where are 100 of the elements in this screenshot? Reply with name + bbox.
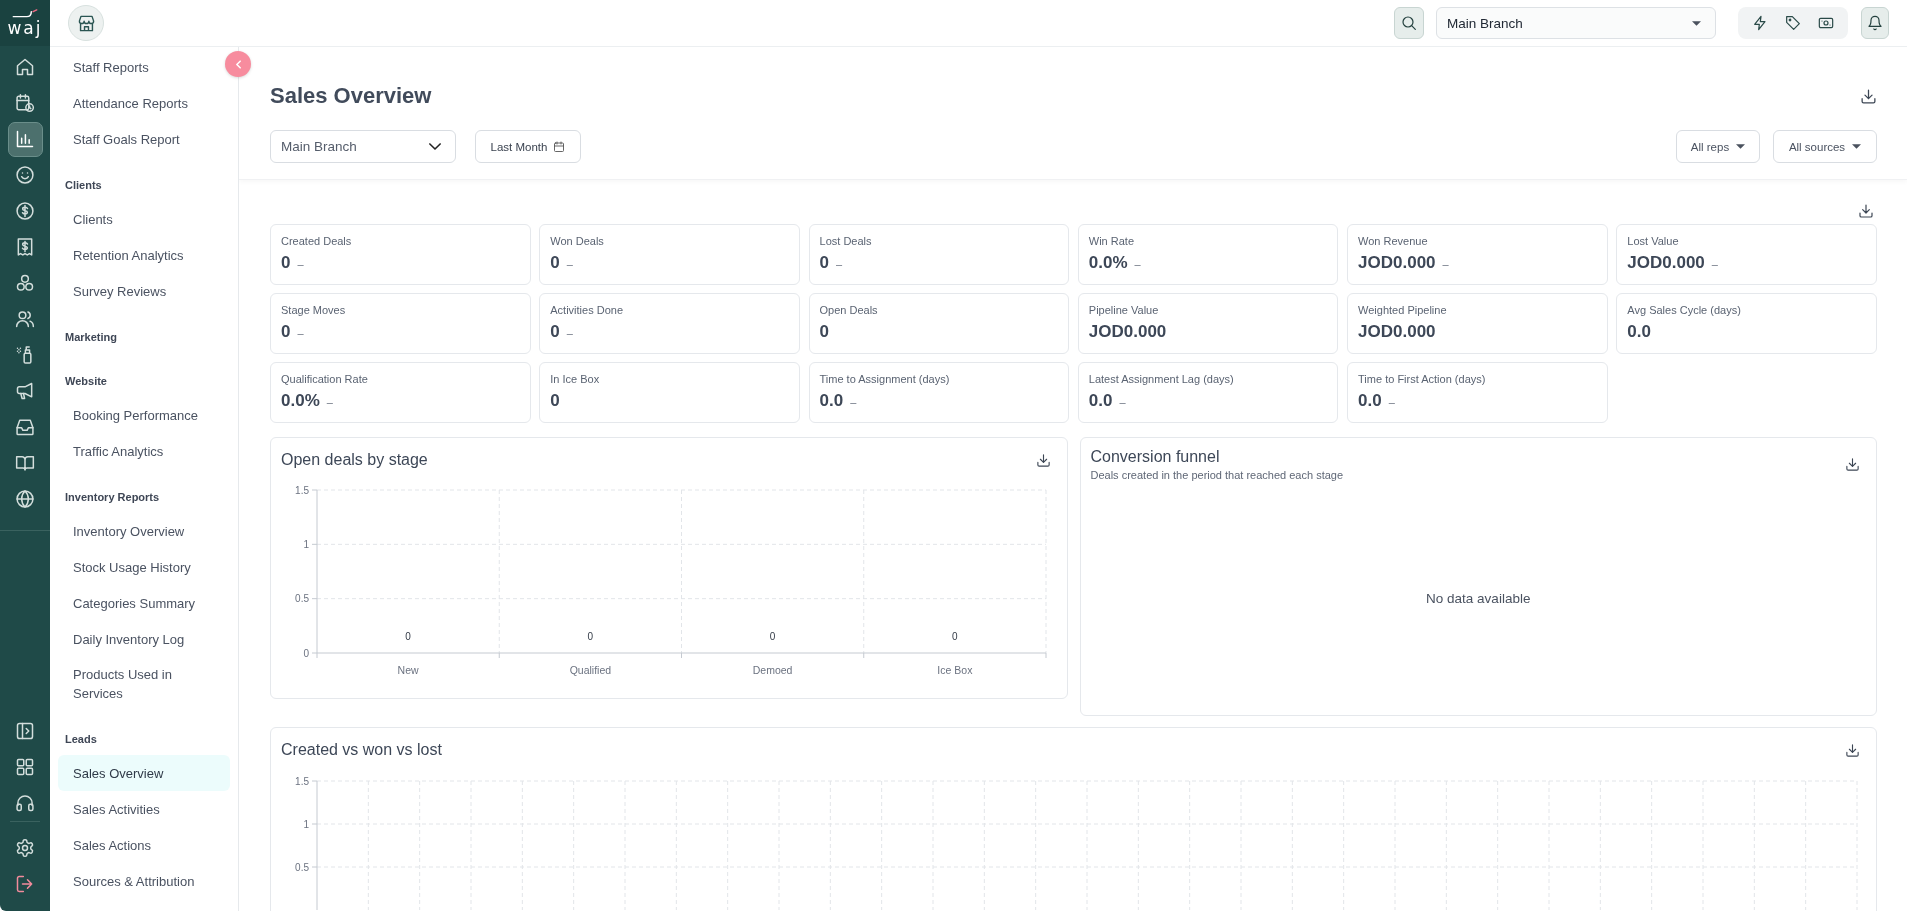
sidebar-link[interactable]: Attendance Reports	[58, 85, 196, 121]
store-button[interactable]	[68, 5, 104, 41]
data-label: 0	[952, 630, 958, 642]
axis-tick-label: 1.5	[295, 484, 309, 496]
branch-select[interactable]: Main Branch	[1436, 7, 1716, 39]
kpi-label: Time to First Action (days)	[1358, 372, 1487, 386]
sidebar-link[interactable]: Traffic Analytics	[58, 433, 172, 469]
sidebar-link[interactable]: Stock Usage History	[58, 549, 199, 585]
bar-chart-icon	[15, 129, 35, 149]
users-icon	[15, 309, 35, 329]
kpi-value: 0.0%	[1088, 252, 1128, 274]
axis-tick-label: 0.5	[295, 593, 309, 605]
download-button[interactable]	[1858, 203, 1874, 219]
dollar-circle-icon	[15, 201, 35, 221]
kpi-value: 0	[550, 321, 560, 343]
sidebar-link[interactable]: Booking Performance	[58, 397, 206, 433]
kpi-label: Lost Value	[1627, 234, 1680, 248]
trend-dash: –	[1388, 396, 1395, 408]
axis-category-label: Demoed	[752, 664, 793, 676]
megaphone-icon	[15, 381, 35, 401]
cash-button[interactable]	[1817, 15, 1834, 31]
download-icon	[1035, 452, 1051, 468]
inbox-icon	[15, 417, 35, 437]
kpi-value: 0	[550, 390, 560, 412]
spray-bottle-icon	[15, 345, 35, 365]
sidebar-link[interactable]: Inventory Overview	[58, 513, 193, 549]
trend-dash: –	[850, 396, 857, 408]
sidebar-link[interactable]: Sales Activities	[58, 791, 168, 827]
kpi-value: 0	[819, 252, 829, 274]
bar-chart-nav-button[interactable]	[7, 121, 43, 157]
sidebar-link[interactable]: Sources & Attribution	[58, 863, 203, 899]
sidebar-link[interactable]: Clients	[58, 201, 121, 237]
sidebar-section-heading: Clients	[64, 178, 102, 193]
page-title: Sales Overview	[270, 83, 432, 109]
kpi-value: JOD0.000	[1627, 252, 1705, 274]
kpi-value: JOD0.000	[1088, 321, 1167, 343]
download-icon	[1845, 742, 1860, 758]
calendar-clock-icon	[15, 93, 35, 113]
branch-filter-select[interactable]: Main Branch	[270, 130, 456, 163]
calendar-icon	[553, 140, 566, 153]
kpi-label: Pipeline Value	[1088, 303, 1160, 317]
download-button[interactable]	[1845, 742, 1860, 758]
sidebar-link[interactable]: Products Used in Services	[58, 657, 230, 711]
download-button[interactable]	[1845, 457, 1860, 472]
date-range-button[interactable]: Last Month	[475, 130, 581, 163]
kpi-label: Created Deals	[281, 234, 353, 248]
bell-icon	[1867, 15, 1883, 31]
axis-tick-label: 1.5	[295, 775, 309, 787]
kpi-label: In Ice Box	[550, 372, 601, 386]
kpi-label: Avg Sales Cycle (days)	[1627, 303, 1742, 317]
brand-logo-text: waj	[7, 20, 43, 37]
download-icon	[1860, 87, 1877, 105]
sidebar-section-heading: Leads	[64, 732, 97, 747]
book-icon	[15, 453, 35, 473]
sidebar-link[interactable]: Sales Actions	[58, 827, 160, 863]
kpi-value: JOD0.000	[1358, 321, 1436, 343]
download-icon	[1858, 203, 1874, 219]
home-icon	[15, 57, 35, 77]
chart-title: Conversion funnel	[1090, 448, 1221, 466]
kpi-label: Stage Moves	[281, 303, 347, 317]
trend-dash: –	[836, 258, 843, 270]
search-button[interactable]	[1394, 7, 1424, 39]
data-label: 0	[769, 630, 776, 642]
sources-filter-dropdown[interactable]: All sources	[1773, 130, 1877, 163]
sidebar-link[interactable]: Sales Overview	[58, 755, 230, 791]
sidebar-link[interactable]: Retention Analytics	[58, 237, 192, 273]
kpi-value: JOD0.000	[1358, 252, 1436, 274]
headset-icon	[15, 793, 35, 813]
sidebar-link[interactable]: Staff Reports	[58, 49, 157, 85]
chevron-down-icon	[429, 143, 441, 150]
sidebar-link[interactable]: Staff Goals Report	[58, 121, 188, 157]
trend-dash: –	[1442, 258, 1449, 270]
trend-dash: –	[1711, 258, 1718, 270]
settings-icon	[15, 838, 35, 858]
sidebar-link[interactable]: Daily Inventory Log	[58, 621, 193, 657]
chart-subtitle: Deals created in the period that reached each stage	[1090, 469, 1344, 481]
axis-category-label: Qualified	[569, 664, 612, 676]
banknote-icon	[1817, 15, 1834, 31]
circles-icon	[15, 273, 35, 293]
kpi-label: Open Deals	[819, 303, 879, 317]
sidebar-link[interactable]: Survey Reviews	[58, 273, 175, 309]
notifications-button[interactable]	[1861, 7, 1889, 39]
lightning-icon	[1752, 15, 1769, 31]
kpi-label: Weighted Pipeline	[1358, 303, 1448, 317]
trend-dash: –	[297, 327, 304, 339]
kpi-label: Time to Assignment (days)	[819, 372, 951, 386]
lightning-button[interactable]	[1752, 15, 1769, 31]
tag-button[interactable]	[1785, 15, 1801, 31]
kpi-value: 0.0	[1627, 321, 1651, 343]
sidebar-link[interactable]: Categories Summary	[58, 585, 204, 621]
reps-filter-dropdown[interactable]: All reps	[1676, 130, 1760, 163]
logout-icon	[15, 874, 35, 894]
logo-mark-icon	[12, 9, 38, 18]
download-button[interactable]	[1860, 87, 1877, 105]
kpi-label: Qualification Rate	[281, 372, 369, 386]
trend-dash: –	[326, 396, 333, 408]
kpi-label: Latest Assignment Lag (days)	[1088, 372, 1235, 386]
sidebar-section-heading: Inventory Reports	[64, 490, 160, 505]
download-button[interactable]	[1035, 452, 1051, 468]
caret-icon	[1852, 144, 1862, 149]
